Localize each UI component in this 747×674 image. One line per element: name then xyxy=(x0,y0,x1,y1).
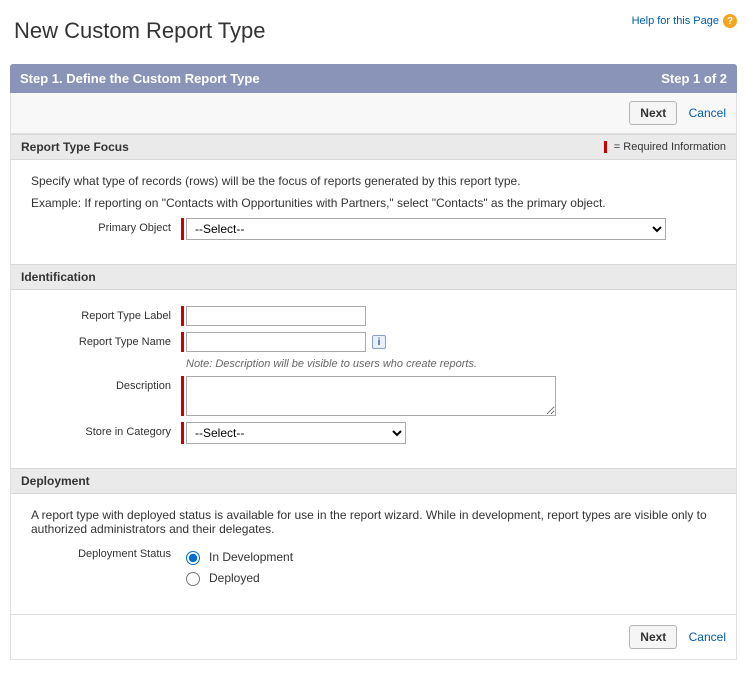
step-bar-title: Step 1. Define the Custom Report Type xyxy=(20,71,260,86)
store-in-category-select[interactable]: --Select-- xyxy=(186,422,406,444)
primary-object-label: Primary Object xyxy=(31,218,181,234)
radio-deployed[interactable]: Deployed xyxy=(181,569,293,586)
required-bar xyxy=(181,332,184,352)
required-bar xyxy=(181,376,184,416)
focus-description-2: Example: If reporting on "Contacts with … xyxy=(31,196,716,210)
report-type-name-input[interactable] xyxy=(186,332,366,352)
required-bar xyxy=(181,218,184,240)
step-bar: Step 1. Define the Custom Report Type St… xyxy=(10,64,737,93)
cancel-link-bottom[interactable]: Cancel xyxy=(689,630,726,644)
bottom-button-row: Next Cancel xyxy=(11,614,736,659)
section-header-focus: Report Type Focus = Required Information xyxy=(11,134,736,160)
deployment-description: A report type with deployed status is av… xyxy=(31,508,716,536)
help-icon: ? xyxy=(723,14,737,28)
radio-deployed-input[interactable] xyxy=(186,572,200,586)
focus-description-1: Specify what type of records (rows) will… xyxy=(31,174,716,188)
description-note: Note: Description will be visible to use… xyxy=(186,358,716,370)
required-bar xyxy=(181,306,184,326)
help-link-text: Help for this Page xyxy=(632,15,719,27)
next-button-top[interactable]: Next xyxy=(629,101,677,125)
section-header-deployment: Deployment xyxy=(11,468,736,494)
section-title-identification: Identification xyxy=(21,270,96,284)
section-title-deployment: Deployment xyxy=(21,474,90,488)
radio-in-development[interactable]: In Development xyxy=(181,548,293,565)
deployment-status-label: Deployment Status xyxy=(31,544,181,560)
radio-deployed-label: Deployed xyxy=(209,571,260,585)
section-title-focus: Report Type Focus xyxy=(21,140,129,154)
report-type-name-label: Report Type Name xyxy=(31,332,181,348)
report-type-label-label: Report Type Label xyxy=(31,306,181,322)
section-header-identification: Identification xyxy=(11,264,736,290)
required-bar xyxy=(181,422,184,444)
required-indicator-icon xyxy=(604,141,607,153)
info-icon[interactable]: i xyxy=(372,335,386,349)
cancel-link-top[interactable]: Cancel xyxy=(689,106,726,120)
required-legend-text: = Required Information xyxy=(614,141,726,153)
description-label: Description xyxy=(31,376,181,392)
step-bar-count: Step 1 of 2 xyxy=(661,71,727,86)
help-link[interactable]: Help for this Page ? xyxy=(632,14,737,28)
next-button-bottom[interactable]: Next xyxy=(629,625,677,649)
radio-in-development-input[interactable] xyxy=(186,551,200,565)
report-type-label-input[interactable] xyxy=(186,306,366,326)
primary-object-select[interactable]: --Select-- xyxy=(186,218,666,240)
description-textarea[interactable] xyxy=(186,376,556,416)
store-in-category-label: Store in Category xyxy=(31,422,181,438)
top-button-row: Next Cancel xyxy=(11,93,736,134)
required-legend: = Required Information xyxy=(604,141,726,153)
page-title: New Custom Report Type xyxy=(14,18,265,44)
radio-in-development-label: In Development xyxy=(209,550,293,564)
